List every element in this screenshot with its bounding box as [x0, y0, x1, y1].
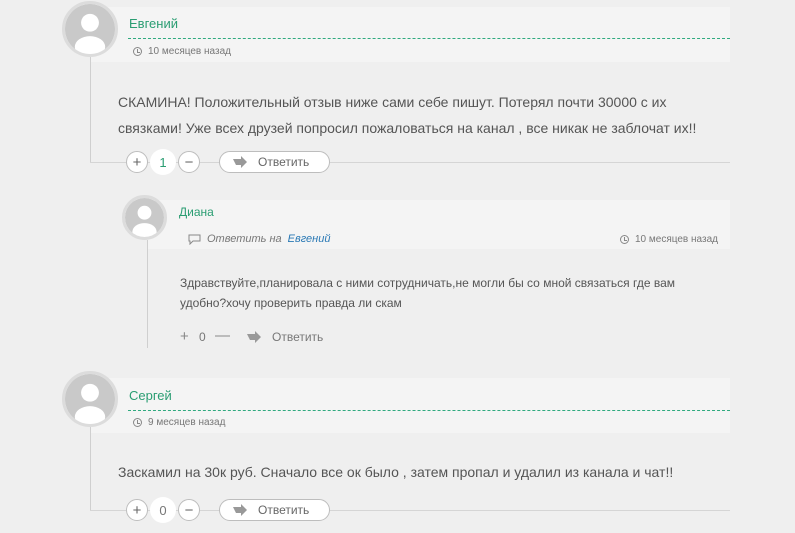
time-text: 9 месяцев назад: [148, 417, 226, 428]
reply-arrow-icon: [233, 156, 247, 168]
comment-time: 10 месяцев назад: [133, 46, 231, 57]
thread-line: [147, 240, 148, 348]
reply-prefix: Ответить на: [207, 233, 282, 245]
downvote-button[interactable]: —: [215, 327, 230, 344]
reply-arrow-icon: [247, 331, 261, 343]
avatar[interactable]: [62, 371, 118, 427]
comment-text: Заскамил на 30к руб. Сначало все ок было…: [118, 464, 674, 480]
avatar[interactable]: [62, 1, 118, 57]
avatar-placeholder-icon: [65, 374, 115, 424]
header-divider: [128, 38, 730, 39]
avatar[interactable]: [122, 195, 167, 240]
comment-text: Здравствуйте,планировала с ними сотрудни…: [180, 276, 676, 310]
thread-line: [90, 57, 91, 163]
upvote-button[interactable]: +: [180, 328, 189, 345]
reply-label: Ответить: [258, 503, 310, 517]
vote-count: 0: [150, 497, 176, 523]
time-text: 10 месяцев назад: [148, 46, 231, 57]
avatar-placeholder-icon: [125, 198, 164, 237]
vote-count: 1: [150, 149, 176, 175]
reply-button[interactable]: Ответить: [219, 151, 330, 173]
time-text: 10 месяцев назад: [635, 234, 718, 245]
comment-text: СКАМИНА! Положительный отзыв ниже сами с…: [118, 94, 697, 136]
reply-to-link[interactable]: Евгений: [288, 233, 331, 245]
reply-label: Ответить: [272, 330, 324, 344]
downvote-button[interactable]: −: [178, 499, 200, 521]
avatar-placeholder-icon: [65, 4, 115, 54]
thread-line: [90, 427, 91, 511]
reply-button[interactable]: Ответить: [246, 330, 323, 344]
reply-arrow-icon: [233, 504, 247, 516]
vote-count: 0: [199, 330, 206, 344]
upvote-button[interactable]: +: [126, 499, 148, 521]
comment-icon: [188, 234, 201, 245]
author-name[interactable]: Диана: [179, 205, 214, 219]
downvote-button[interactable]: −: [178, 151, 200, 173]
reply-button[interactable]: Ответить: [219, 499, 330, 521]
clock-icon: [133, 47, 142, 56]
comment-time: 10 месяцев назад: [620, 234, 718, 245]
clock-icon: [620, 235, 629, 244]
clock-icon: [133, 418, 142, 427]
reply-label: Ответить: [258, 155, 310, 169]
author-name[interactable]: Сергей: [129, 388, 172, 403]
reply-to: Ответить на Евгений: [188, 233, 330, 245]
upvote-button[interactable]: +: [126, 151, 148, 173]
comment-time: 9 месяцев назад: [133, 417, 225, 428]
header-divider: [128, 410, 730, 411]
author-name[interactable]: Евгений: [129, 16, 178, 31]
